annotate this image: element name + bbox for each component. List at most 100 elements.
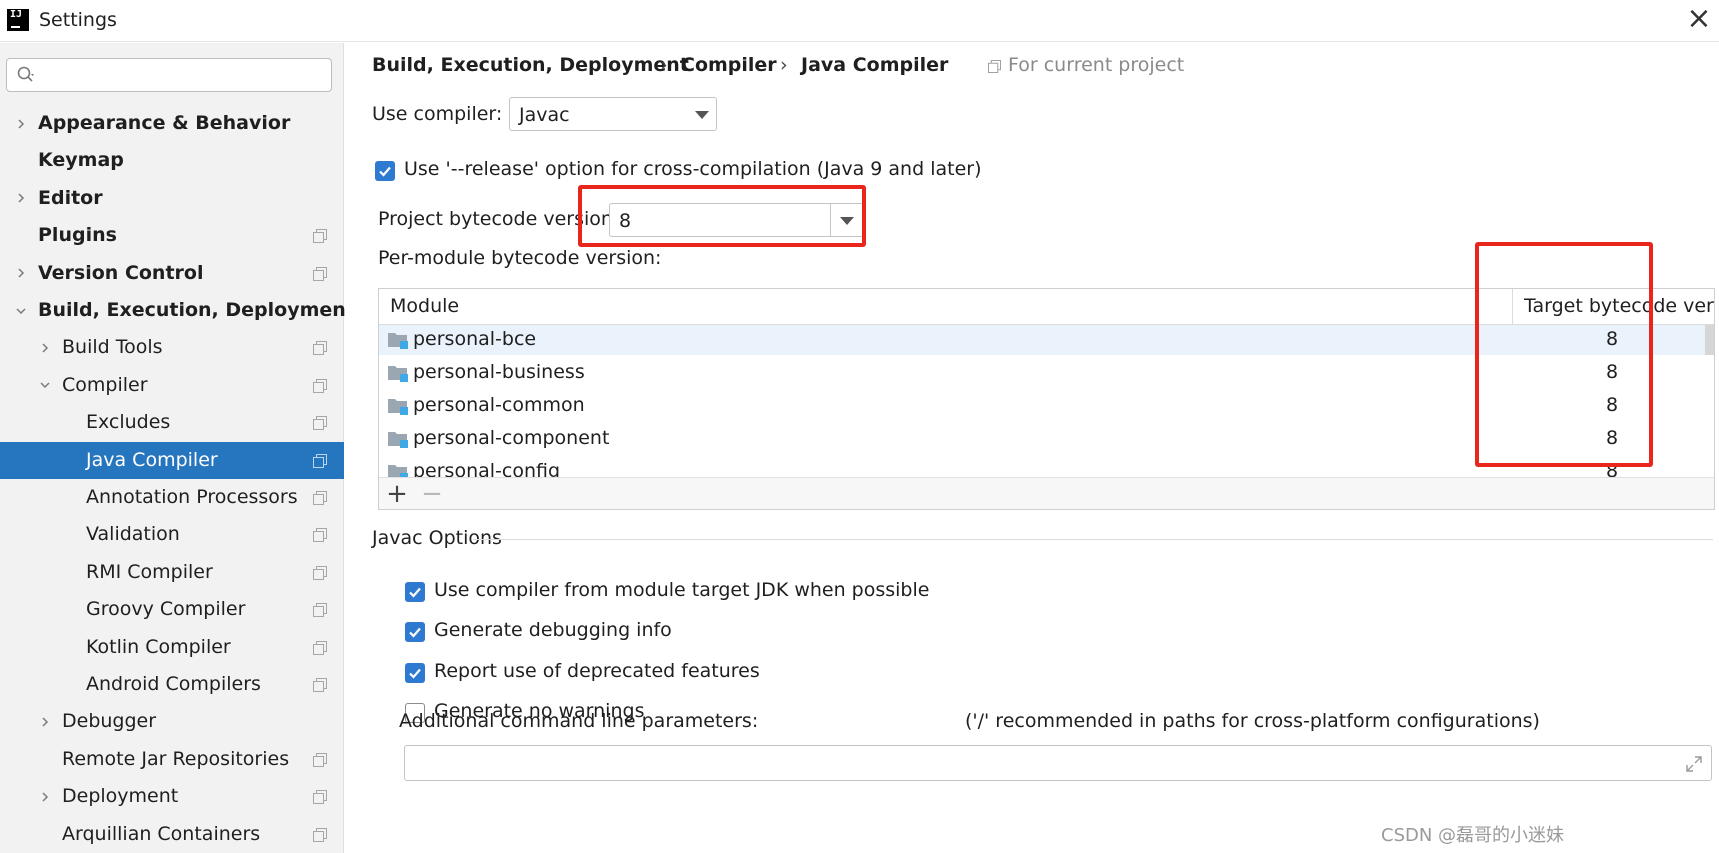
- chevron-down-icon: [840, 217, 854, 225]
- sidebar-item-arquillian-containers[interactable]: Arquillian Containers: [0, 816, 344, 853]
- sidebar-item-annotation-processors[interactable]: Annotation Processors: [0, 479, 344, 516]
- sidebar-item-excludes[interactable]: Excludes: [0, 404, 344, 441]
- column-header-module[interactable]: Module: [390, 295, 459, 317]
- module-folder-icon: [388, 399, 408, 415]
- javac-option-label: Generate debugging info: [434, 619, 672, 641]
- copy-icon: [313, 491, 327, 505]
- sidebar-item-android-compilers[interactable]: Android Compilers: [0, 666, 344, 703]
- table-row[interactable]: personal-bce 8: [379, 325, 1714, 355]
- javac-option-checkbox[interactable]: [405, 663, 425, 683]
- sidebar-item-compiler[interactable]: Compiler: [0, 367, 344, 404]
- copy-icon: [313, 640, 327, 655]
- copy-icon: [313, 827, 327, 842]
- sidebar-item-label: Arquillian Containers: [62, 822, 261, 845]
- chevron-down-icon[interactable]: [14, 292, 28, 329]
- per-module-label: Per-module bytecode version:: [378, 247, 662, 269]
- sidebar-item-label: RMI Compiler: [86, 560, 213, 583]
- project-bytecode-label: Project bytecode version:: [378, 208, 620, 230]
- use-compiler-value: Javac: [519, 104, 570, 126]
- chevron-right-icon[interactable]: [38, 703, 52, 740]
- sidebar-item-label: Remote Jar Repositories: [62, 747, 290, 770]
- watermark: CSDN @磊哥的小迷妹: [1381, 825, 1565, 846]
- sidebar-item-label: Excludes: [86, 411, 171, 434]
- sidebar-item-label: Groovy Compiler: [86, 598, 246, 621]
- sidebar-item-build-execution-deployment[interactable]: Build, Execution, Deployment: [0, 292, 355, 329]
- javac-option-checkbox[interactable]: [405, 582, 425, 602]
- project-bytecode-select[interactable]: 8: [609, 203, 865, 237]
- chevron-right-icon[interactable]: [14, 180, 28, 217]
- chevron-right-icon[interactable]: [14, 255, 28, 292]
- sidebar-item-label: Deployment: [62, 785, 179, 808]
- sidebar-item-plugins[interactable]: Plugins: [0, 217, 344, 254]
- additional-params-label: Additional command line parameters:: [399, 710, 759, 732]
- module-name: personal-component: [413, 427, 610, 449]
- breadcrumb-separator: ›: [660, 54, 668, 76]
- table-scrollbar[interactable]: [1705, 325, 1714, 355]
- chevron-right-icon[interactable]: [38, 778, 52, 815]
- copy-icon: [313, 678, 327, 692]
- copy-icon: [313, 229, 327, 244]
- copy-icon: [313, 565, 327, 580]
- javac-option-checkbox[interactable]: [405, 622, 425, 642]
- sidebar-item-debugger[interactable]: Debugger: [0, 703, 344, 740]
- sidebar-item-rmi-compiler[interactable]: RMI Compiler: [0, 554, 344, 591]
- add-module-button[interactable]: +: [384, 480, 410, 508]
- sidebar-item-appearance-behavior[interactable]: Appearance & Behavior: [0, 105, 344, 142]
- sidebar-item-deployment[interactable]: Deployment: [0, 778, 344, 815]
- sidebar-item-remote-jar-repositories[interactable]: Remote Jar Repositories: [0, 741, 344, 778]
- java-compiler-panel: Build, Execution, Deployment › Compiler …: [345, 43, 1719, 853]
- copy-icon: [988, 60, 1001, 73]
- column-divider: [1512, 289, 1513, 325]
- release-option-label: Use '--release' option for cross-compila…: [404, 158, 982, 180]
- chevron-right-icon[interactable]: [14, 105, 28, 142]
- table-toolbar: + −: [379, 477, 1714, 509]
- module-target-version[interactable]: 8: [1539, 427, 1685, 449]
- sidebar-item-build-tools[interactable]: Build Tools: [0, 329, 344, 366]
- expand-icon[interactable]: [1685, 755, 1703, 773]
- sidebar-item-editor[interactable]: Editor: [0, 180, 344, 217]
- sidebar-item-label: Debugger: [62, 710, 157, 733]
- copy-icon: [313, 453, 327, 468]
- sidebar-item-kotlin-compiler[interactable]: Kotlin Compiler: [0, 629, 344, 666]
- chevron-down-icon: [695, 111, 709, 119]
- sidebar-item-label: Kotlin Compiler: [86, 635, 231, 658]
- remove-module-button[interactable]: −: [419, 480, 445, 508]
- copy-icon: [313, 528, 327, 543]
- checkmark-icon: [409, 668, 421, 679]
- settings-search-input[interactable]: [6, 58, 332, 92]
- chevron-right-icon[interactable]: [38, 329, 52, 366]
- table-row[interactable]: personal-business 8: [379, 358, 1714, 388]
- column-header-target-version[interactable]: Target bytecode version: [1524, 295, 1714, 317]
- module-folder-icon: [388, 366, 408, 382]
- search-icon: [17, 66, 34, 82]
- sidebar-item-java-compiler[interactable]: Java Compiler: [0, 441, 344, 479]
- use-compiler-select[interactable]: Javac: [509, 97, 717, 131]
- copy-icon: [313, 266, 327, 281]
- javac-options-title: Javac Options: [372, 527, 502, 549]
- title-bar: IJ Settings ×: [0, 0, 1719, 42]
- close-button[interactable]: ×: [1683, 4, 1715, 36]
- module-target-version[interactable]: 8: [1539, 394, 1685, 416]
- checkmark-icon: [379, 166, 391, 177]
- release-option-checkbox[interactable]: [375, 161, 395, 181]
- sidebar-item-groovy-compiler[interactable]: Groovy Compiler: [0, 591, 344, 628]
- table-row[interactable]: personal-common 8: [379, 391, 1714, 421]
- checkmark-icon: [409, 627, 421, 638]
- sidebar-item-label: Compiler: [62, 373, 148, 396]
- breadcrumb-item-compiler: Compiler: [681, 54, 777, 76]
- module-target-version[interactable]: 8: [1539, 361, 1685, 383]
- sidebar-item-validation[interactable]: Validation: [0, 516, 344, 553]
- table-row[interactable]: personal-component 8: [379, 424, 1714, 454]
- window-title: Settings: [39, 9, 117, 31]
- sidebar-item-keymap[interactable]: Keymap: [0, 142, 344, 179]
- settings-sidebar: Appearance & Behavior Keymap Editor Plugins…: [0, 43, 355, 853]
- sidebar-item-version-control[interactable]: Version Control: [0, 255, 344, 292]
- sidebar-item-label: Keymap: [38, 149, 124, 172]
- additional-params-input[interactable]: [404, 745, 1712, 781]
- breadcrumb-separator: ›: [780, 54, 788, 76]
- checkmark-icon: [409, 587, 421, 598]
- sidebar-item-label: Annotation Processors: [86, 486, 298, 508]
- module-target-version[interactable]: 8: [1539, 328, 1685, 350]
- sidebar-item-label: Appearance & Behavior: [38, 112, 291, 134]
- chevron-down-icon[interactable]: [38, 367, 52, 404]
